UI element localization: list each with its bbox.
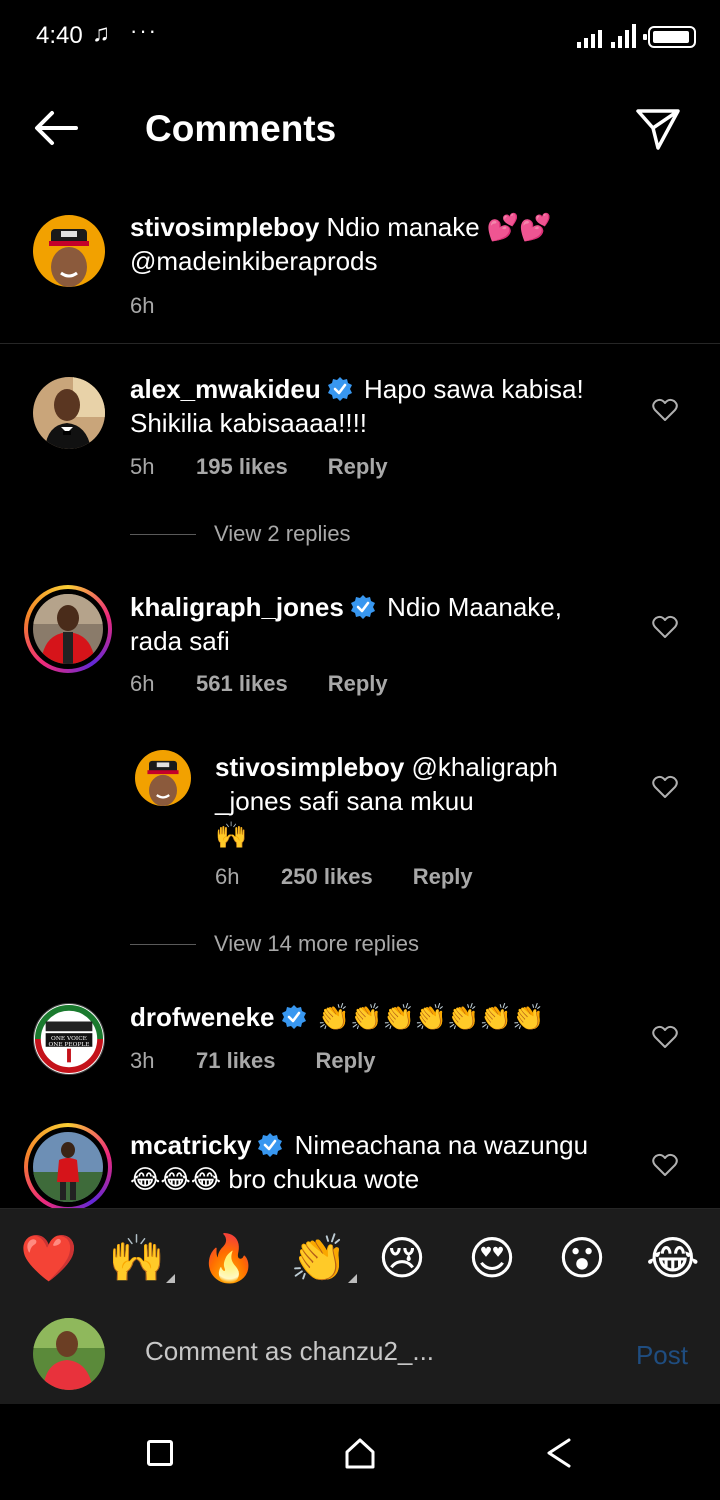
reply-meta: 6h 250 likes Reply [215, 864, 473, 890]
verified-badge-icon [281, 1005, 306, 1029]
emoji-raised-hands-button[interactable]: 🙌 [108, 1231, 176, 1285]
like-heart-icon[interactable] [652, 775, 678, 799]
like-heart-icon[interactable] [652, 398, 678, 422]
back-triangle-icon[interactable] [543, 1436, 575, 1470]
emoji-laughing-button[interactable]: 😂 [646, 1231, 700, 1285]
emoji-surprised-button[interactable]: 😮 [558, 1231, 606, 1285]
verified-badge-icon [327, 377, 352, 401]
battery-icon [643, 26, 696, 48]
like-count[interactable]: 561 likes [196, 671, 288, 697]
view-replies-button[interactable]: View 2 replies [130, 519, 351, 549]
status-time: 4:40 [36, 22, 83, 49]
more-notifications-icon: ··· [130, 18, 158, 43]
comment-text: mcatricky Nimeachana na wazungu 😂😂😂 bro … [130, 1128, 630, 1196]
variant-indicator-icon [348, 1274, 358, 1283]
reply-button[interactable]: Reply [328, 454, 388, 480]
reply-button[interactable]: Reply [316, 1048, 376, 1074]
emoji-clap-button[interactable]: 👏 [290, 1231, 358, 1285]
story-ring[interactable] [24, 585, 112, 673]
view-more-replies-button[interactable]: View 14 more replies [130, 929, 419, 959]
avatar-text-line2: ONE PEOPLE [49, 1042, 90, 1048]
page-title: Comments [145, 108, 337, 149]
comment-meta: 6h 561 likes Reply [130, 671, 388, 697]
caption-mention[interactable]: @madeinkiberaprods [130, 246, 378, 276]
emoji-crying-button[interactable]: 😢 [378, 1231, 426, 1285]
verified-badge-icon [350, 595, 375, 619]
recent-apps-icon[interactable] [147, 1440, 173, 1466]
comment-time: 5h [130, 454, 155, 479]
comment-username[interactable]: khaligraph_jones [130, 592, 344, 622]
avatar [33, 1132, 103, 1202]
comment-body: Ndio Maanake, [387, 592, 562, 622]
verified-badge-icon [258, 1133, 283, 1157]
reply-emoji: 🙌 [215, 820, 248, 850]
emoji-quick-bar: ❤️ 🙌 🔥 👏 😢 😍 😮 😂 [0, 1208, 720, 1306]
variant-indicator-icon [166, 1274, 176, 1283]
comment-body-line2: 😂😂😂 bro chukua wote [130, 1164, 420, 1194]
comment-body-line2: Shikilia kabisaaaa!!!! [130, 408, 368, 438]
comment-input[interactable]: Comment as chanzu2_... [145, 1336, 434, 1367]
reply-username[interactable]: stivosimpleboy [215, 752, 404, 782]
like-count[interactable]: 71 likes [196, 1048, 276, 1074]
system-nav-bar [0, 1404, 720, 1500]
paper-plane-icon[interactable] [634, 106, 682, 152]
caption-meta: 6h [130, 293, 196, 319]
comment-username[interactable]: mcatricky [130, 1130, 251, 1160]
signal-icon [577, 22, 636, 48]
avatar[interactable]: ONE VOICE ONE PEOPLE [33, 1003, 105, 1075]
like-count[interactable]: 195 likes [196, 454, 288, 480]
reply-button[interactable]: Reply [328, 671, 388, 697]
post-button[interactable]: Post [636, 1340, 688, 1371]
divider [0, 343, 720, 344]
emoji-fire-button[interactable]: 🔥 [200, 1231, 257, 1285]
comment-text: khaligraph_jones Ndio Maanake, rada safi [130, 590, 630, 658]
reply-button[interactable]: Reply [413, 864, 473, 890]
reply-mention[interactable]: @khaligraph [412, 752, 558, 782]
like-heart-icon[interactable] [652, 615, 678, 639]
view-replies-line [130, 533, 196, 535]
emoji-heart-button[interactable]: ❤️ [20, 1231, 77, 1285]
status-bar: 4:40 ♫ ··· [0, 0, 720, 72]
reply-text: stivosimpleboy @khaligraph _jones safi s… [215, 750, 615, 852]
like-heart-icon[interactable] [652, 1025, 678, 1049]
comment-body: Nimeachana na wazungu [294, 1130, 589, 1160]
like-heart-icon[interactable] [652, 1153, 678, 1177]
caption-body: Ndio manake 💕💕 [326, 212, 552, 242]
avatar [33, 594, 103, 664]
current-user-avatar [33, 1318, 105, 1390]
comment-body: 👏👏👏👏👏👏👏 [317, 1002, 545, 1032]
reply-time: 6h [215, 864, 240, 889]
home-icon[interactable] [343, 1436, 377, 1470]
caption-avatar[interactable] [33, 215, 105, 287]
emoji-raised-hands-glyph: 🙌 [108, 1231, 166, 1285]
comment-text: drofweneke 👏👏👏👏👏👏👏 [130, 1000, 630, 1034]
avatar[interactable] [33, 377, 105, 449]
header: Comments [0, 92, 720, 164]
caption-username[interactable]: stivosimpleboy [130, 212, 319, 242]
caption-text: stivosimpleboy Ndio manake 💕💕 @madeinkib… [130, 210, 610, 278]
music-note-icon: ♫ [92, 20, 110, 47]
comment-meta: 3h 71 likes Reply [130, 1048, 375, 1074]
comment-time: 3h [130, 1048, 155, 1073]
emoji-heart-eyes-button[interactable]: 😍 [468, 1231, 516, 1285]
comment-text: alex_mwakideu Hapo sawa kabisa! Shikilia… [130, 372, 630, 440]
view-replies-label: View 14 more replies [214, 931, 420, 956]
comment-username[interactable]: alex_mwakideu [130, 374, 321, 404]
emoji-clap-glyph: 👏 [290, 1231, 348, 1285]
reply-avatar[interactable] [135, 750, 191, 806]
caption-time: 6h [130, 293, 155, 318]
reply-body: _jones safi sana mkuu [215, 786, 474, 816]
arrow-left-icon[interactable] [32, 108, 80, 148]
like-count[interactable]: 250 likes [281, 864, 373, 890]
story-ring[interactable] [24, 1123, 112, 1211]
comment-meta: 5h 195 likes Reply [130, 454, 388, 480]
view-replies-label: View 2 replies [214, 521, 351, 546]
view-replies-line [130, 943, 196, 945]
comment-body-line2: rada safi [130, 626, 230, 656]
comment-body: Hapo sawa kabisa! [364, 374, 584, 404]
comment-input-bar: Comment as chanzu2_... Post [0, 1306, 720, 1404]
comment-time: 6h [130, 671, 155, 696]
comment-username[interactable]: drofweneke [130, 1002, 275, 1032]
